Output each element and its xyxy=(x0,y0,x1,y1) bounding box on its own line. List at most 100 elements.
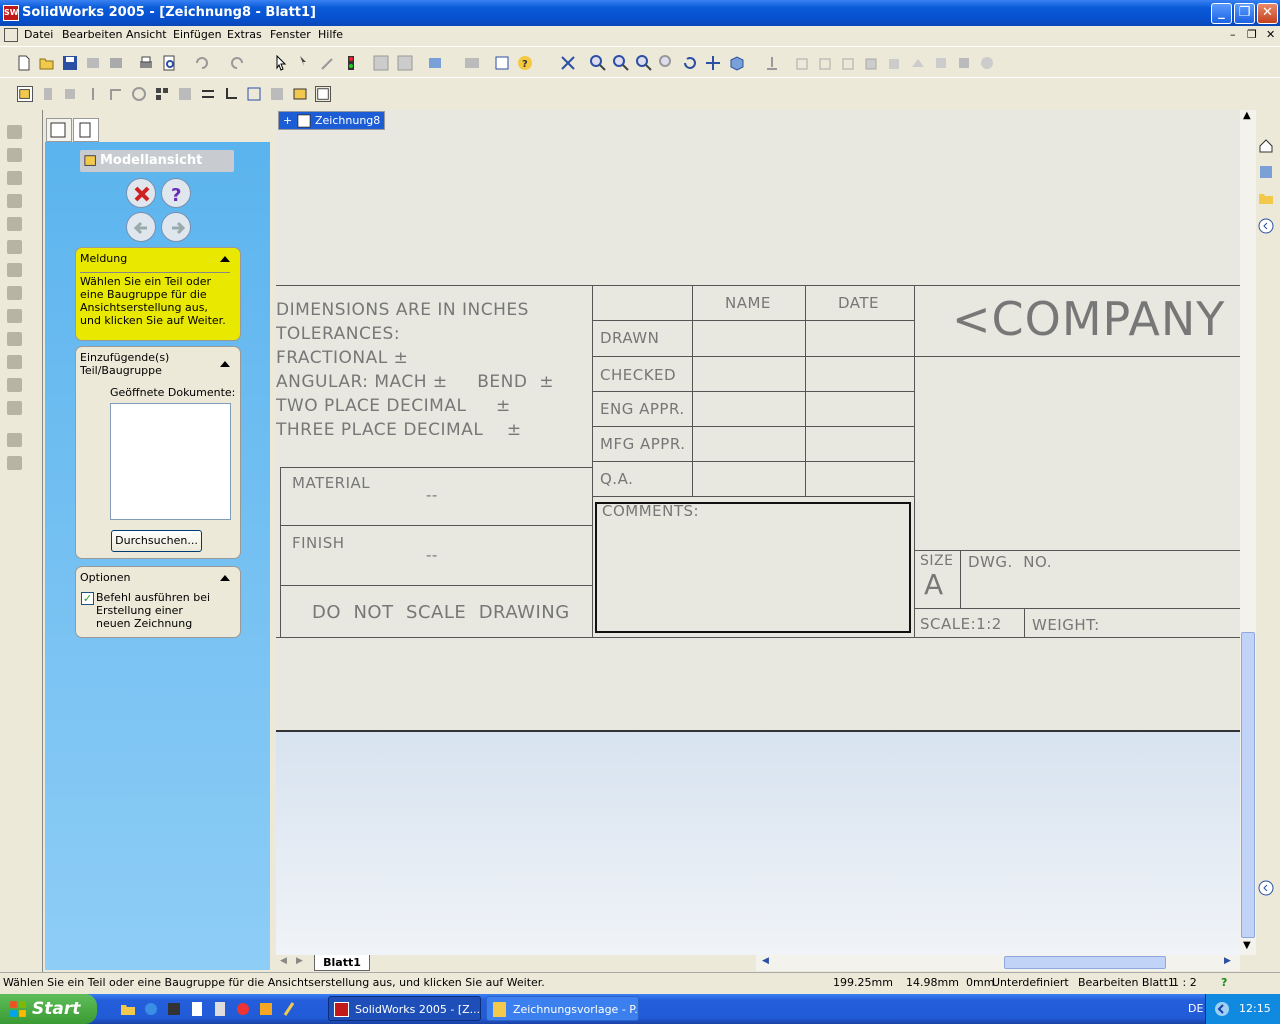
open-folder-icon[interactable] xyxy=(39,55,55,71)
menu-hilfe[interactable]: Hilfe xyxy=(318,28,343,41)
save-all-icon[interactable] xyxy=(85,55,101,71)
vertical-scrollbar[interactable]: ▲ ▼ xyxy=(1240,110,1256,955)
new-document-icon[interactable] xyxy=(16,55,32,71)
scroll-up-icon[interactable]: ▲ xyxy=(1243,110,1251,121)
doc-restore-icon[interactable]: ❐ xyxy=(1247,28,1257,41)
hidden-lines-removed-icon[interactable] xyxy=(841,55,857,71)
feature-tool-2-icon[interactable] xyxy=(7,148,22,162)
rebuild-traffic-light-icon[interactable] xyxy=(343,55,359,71)
scroll-down-icon[interactable]: ▼ xyxy=(1243,940,1251,951)
doc-close-icon[interactable]: ✕ xyxy=(1266,28,1275,41)
sheet-tab-blatt1[interactable]: Blatt1 xyxy=(314,955,370,971)
feature-tool-11-icon[interactable] xyxy=(7,355,22,369)
solidworks-app-icon[interactable]: SW xyxy=(3,5,19,21)
pan-icon[interactable] xyxy=(705,55,721,71)
view-orientation-icon[interactable] xyxy=(560,55,576,71)
menu-bearbeiten[interactable]: Bearbeiten xyxy=(62,28,122,41)
rotate-view-icon[interactable] xyxy=(682,55,698,71)
document-tree-tab[interactable]: + Zeichnung8 xyxy=(278,111,385,130)
design-library-icon[interactable] xyxy=(1258,164,1274,180)
zoom-in-out-icon[interactable] xyxy=(636,55,652,71)
help-button[interactable]: ? xyxy=(161,178,191,208)
cancel-button[interactable] xyxy=(126,178,156,208)
close-button[interactable]: ✕ xyxy=(1257,3,1278,24)
feature-tool-4-icon[interactable] xyxy=(7,194,22,208)
relative-view-icon[interactable] xyxy=(269,86,285,102)
help-icon[interactable]: ? xyxy=(517,55,533,71)
browse-button[interactable]: Durchsuchen... xyxy=(111,530,202,552)
realview-sphere-icon[interactable] xyxy=(979,55,995,71)
media-quicklaunch-icon[interactable] xyxy=(235,1001,251,1017)
grid-icon[interactable] xyxy=(373,55,389,71)
propertymanager-tab[interactable] xyxy=(73,118,99,142)
menu-datei[interactable]: Datei xyxy=(24,28,53,41)
make-drawing-icon[interactable] xyxy=(108,55,124,71)
empty-view-icon[interactable] xyxy=(315,86,331,102)
wireframe-icon[interactable] xyxy=(795,55,811,71)
sheet-nav-left-icon[interactable]: ◀ xyxy=(280,956,287,966)
feature-tool-14-icon[interactable] xyxy=(7,433,22,447)
run-command-checkbox[interactable]: ✓ xyxy=(81,592,94,605)
print-preview-icon[interactable] xyxy=(161,55,177,71)
auxiliary-view-icon[interactable] xyxy=(62,86,78,102)
start-button[interactable]: Start xyxy=(0,994,97,1024)
home-icon[interactable] xyxy=(1258,138,1274,154)
document-menu-icon[interactable] xyxy=(4,28,18,42)
show-hidden-icons-icon[interactable] xyxy=(1214,1001,1230,1017)
sheet-nav-right-icon[interactable]: ▶ xyxy=(296,956,303,966)
doc-minimize-icon[interactable]: – xyxy=(1230,28,1236,41)
calculator-quicklaunch-icon[interactable] xyxy=(212,1001,228,1017)
drawing-canvas[interactable]: + Zeichnung8 DIMENSIONS ARE IN INCHES TO… xyxy=(276,110,1240,955)
select-tool-icon[interactable] xyxy=(297,55,313,71)
collapse-arrow-icon[interactable] xyxy=(220,361,230,367)
file-explorer-icon[interactable] xyxy=(1258,190,1274,206)
crop-view-icon[interactable] xyxy=(223,86,239,102)
feature-tool-9-icon[interactable] xyxy=(7,309,22,323)
featuremanager-tab[interactable] xyxy=(46,118,72,142)
feature-tool-6-icon[interactable] xyxy=(7,240,22,254)
feature-tool-5-icon[interactable] xyxy=(7,217,22,231)
back-button[interactable] xyxy=(126,212,156,242)
app-quicklaunch-icon[interactable] xyxy=(166,1001,182,1017)
zoom-selection-icon[interactable] xyxy=(659,55,675,71)
redo-icon[interactable] xyxy=(230,55,246,71)
open-documents-list[interactable] xyxy=(110,403,231,520)
alternate-position-icon[interactable] xyxy=(246,86,262,102)
menu-ansicht[interactable]: Ansicht xyxy=(126,28,167,41)
collapse-arrow-icon[interactable] xyxy=(220,575,230,581)
expand-plus-icon[interactable]: + xyxy=(283,112,292,129)
zoom-area-icon[interactable] xyxy=(613,55,629,71)
undo-icon[interactable] xyxy=(193,55,209,71)
feature-tool-10-icon[interactable] xyxy=(7,332,22,346)
zoom-to-fit-icon[interactable] xyxy=(590,55,606,71)
clock[interactable]: 12:15 xyxy=(1239,1002,1271,1015)
minimize-button[interactable]: _ xyxy=(1211,3,1232,24)
select-pointer-icon[interactable] xyxy=(273,55,289,71)
aligned-section-icon[interactable] xyxy=(108,86,124,102)
feature-tool-15-icon[interactable] xyxy=(7,456,22,470)
feature-tool-1-icon[interactable] xyxy=(7,125,22,139)
scroll-right-icon[interactable]: ▶ xyxy=(1224,956,1231,966)
layout-icon[interactable] xyxy=(397,55,413,71)
scroll-left-icon[interactable]: ◀ xyxy=(762,956,769,966)
language-indicator[interactable]: DE xyxy=(1188,1002,1203,1015)
projected-view-icon[interactable] xyxy=(40,86,56,102)
collapse-pane-icon[interactable] xyxy=(1258,880,1274,896)
predefined-view-icon[interactable] xyxy=(292,86,308,102)
status-help-icon[interactable]: ? xyxy=(1221,976,1227,989)
horizontal-scrollbar[interactable]: ◀ ▶ xyxy=(756,955,1240,971)
feature-tool-13-icon[interactable] xyxy=(7,401,22,415)
section-view-tool-icon[interactable] xyxy=(85,86,101,102)
explorer-quicklaunch-icon[interactable] xyxy=(120,1001,136,1017)
model-view-icon[interactable] xyxy=(17,86,33,102)
ie-quicklaunch-icon[interactable] xyxy=(143,1001,159,1017)
properties-icon[interactable] xyxy=(494,55,510,71)
horizontal-scroll-thumb[interactable] xyxy=(1004,956,1166,969)
options-dropdown-icon[interactable] xyxy=(428,55,444,71)
standard-views-icon[interactable] xyxy=(729,55,745,71)
shaded-icon[interactable] xyxy=(887,55,903,71)
detail-view-icon[interactable] xyxy=(131,86,147,102)
shaded-edges-icon[interactable] xyxy=(864,55,880,71)
collapse-arrow-icon[interactable] xyxy=(220,256,230,262)
edit-sheet-icon[interactable] xyxy=(464,55,480,71)
